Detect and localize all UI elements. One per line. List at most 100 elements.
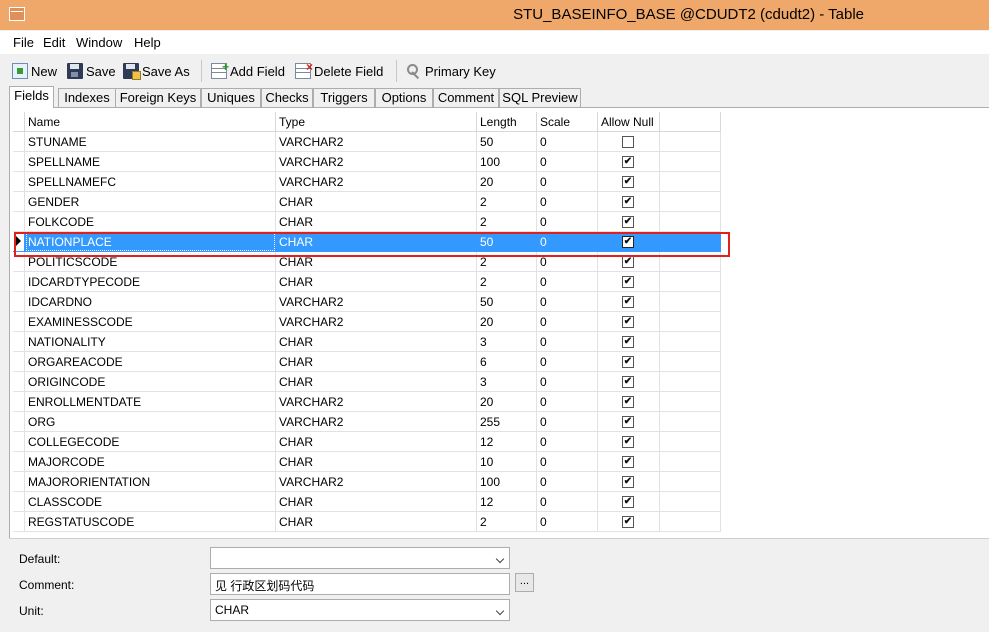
- allow-null-checkbox[interactable]: ✔: [622, 236, 634, 248]
- field-type-cell[interactable]: VARCHAR2: [276, 312, 477, 332]
- field-type-cell[interactable]: CHAR: [276, 252, 477, 272]
- table-row[interactable]: SPELLNAME VARCHAR2 100 0 ✔: [13, 152, 721, 172]
- table-row[interactable]: IDCARDNO VARCHAR2 50 0 ✔: [13, 292, 721, 312]
- row-selector[interactable]: [13, 412, 25, 432]
- field-scale-cell[interactable]: 0: [537, 472, 598, 492]
- allow-null-checkbox[interactable]: [622, 136, 634, 148]
- unit-combobox[interactable]: CHAR: [210, 599, 510, 621]
- field-name-cell[interactable]: EXAMINESSCODE: [25, 312, 276, 332]
- table-row[interactable]: IDCARDTYPECODE CHAR 2 0 ✔: [13, 272, 721, 292]
- field-name-cell[interactable]: STUNAME: [25, 132, 276, 152]
- field-scale-cell[interactable]: 0: [537, 412, 598, 432]
- comment-field[interactable]: 见 行政区划码代码: [210, 573, 510, 595]
- field-type-cell[interactable]: VARCHAR2: [276, 472, 477, 492]
- field-length-cell[interactable]: 6: [477, 352, 537, 372]
- field-scale-cell[interactable]: 0: [537, 352, 598, 372]
- default-combobox[interactable]: [210, 547, 510, 569]
- field-type-cell[interactable]: CHAR: [276, 332, 477, 352]
- column-header-allow-null[interactable]: Allow Null: [598, 112, 660, 132]
- tab-fields[interactable]: Fields: [9, 86, 54, 108]
- row-selector[interactable]: [13, 212, 25, 232]
- allow-null-checkbox[interactable]: ✔: [622, 316, 634, 328]
- field-length-cell[interactable]: 20: [477, 172, 537, 192]
- row-selector[interactable]: [13, 152, 25, 172]
- field-type-cell[interactable]: CHAR: [276, 452, 477, 472]
- allow-null-checkbox[interactable]: ✔: [622, 256, 634, 268]
- field-length-cell[interactable]: 100: [477, 152, 537, 172]
- field-name-cell[interactable]: ORG: [25, 412, 276, 432]
- field-scale-cell[interactable]: 0: [537, 252, 598, 272]
- menu-file[interactable]: File: [13, 35, 34, 50]
- tab-sql-preview[interactable]: SQL Preview: [499, 88, 581, 107]
- field-scale-cell[interactable]: 0: [537, 172, 598, 192]
- field-type-cell[interactable]: CHAR: [276, 272, 477, 292]
- field-length-cell[interactable]: 10: [477, 452, 537, 472]
- allow-null-checkbox[interactable]: ✔: [622, 396, 634, 408]
- field-scale-cell[interactable]: 0: [537, 292, 598, 312]
- field-length-cell[interactable]: 50: [477, 232, 537, 252]
- field-name-cell[interactable]: MAJORCODE: [25, 452, 276, 472]
- tab-triggers[interactable]: Triggers: [313, 88, 375, 107]
- field-length-cell[interactable]: 2: [477, 212, 537, 232]
- field-name-cell[interactable]: IDCARDTYPECODE: [25, 272, 276, 292]
- table-row[interactable]: POLITICSCODE CHAR 2 0 ✔: [13, 252, 721, 272]
- row-selector[interactable]: [13, 352, 25, 372]
- allow-null-checkbox[interactable]: ✔: [622, 176, 634, 188]
- field-length-cell[interactable]: 2: [477, 192, 537, 212]
- tab-checks[interactable]: Checks: [261, 88, 313, 107]
- column-header-type[interactable]: Type: [276, 112, 477, 132]
- table-row[interactable]: COLLEGECODE CHAR 12 0 ✔: [13, 432, 721, 452]
- field-length-cell[interactable]: 2: [477, 252, 537, 272]
- row-selector[interactable]: [13, 392, 25, 412]
- row-selector[interactable]: [13, 512, 25, 532]
- field-scale-cell[interactable]: 0: [537, 212, 598, 232]
- tab-foreign-keys[interactable]: Foreign Keys: [115, 88, 201, 107]
- row-selector[interactable]: [13, 492, 25, 512]
- field-type-cell[interactable]: VARCHAR2: [276, 172, 477, 192]
- allow-null-checkbox[interactable]: ✔: [622, 516, 634, 528]
- row-selector[interactable]: [13, 132, 25, 152]
- field-name-cell[interactable]: REGSTATUSCODE: [25, 512, 276, 532]
- menu-edit[interactable]: Edit: [43, 35, 65, 50]
- field-scale-cell[interactable]: 0: [537, 392, 598, 412]
- field-scale-cell[interactable]: 0: [537, 452, 598, 472]
- field-name-cell[interactable]: SPELLNAME: [25, 152, 276, 172]
- field-length-cell[interactable]: 12: [477, 432, 537, 452]
- row-selector[interactable]: [13, 372, 25, 392]
- field-scale-cell[interactable]: 0: [537, 312, 598, 332]
- field-type-cell[interactable]: CHAR: [276, 352, 477, 372]
- table-row[interactable]: MAJORORIENTATION VARCHAR2 100 0 ✔: [13, 472, 721, 492]
- allow-null-checkbox[interactable]: ✔: [622, 276, 634, 288]
- field-name-cell[interactable]: IDCARDNO: [25, 292, 276, 312]
- table-row[interactable]: REGSTATUSCODE CHAR 2 0 ✔: [13, 512, 721, 532]
- row-selector[interactable]: [13, 192, 25, 212]
- new-button[interactable]: New: [12, 61, 57, 81]
- field-type-cell[interactable]: CHAR: [276, 492, 477, 512]
- tab-comment[interactable]: Comment: [433, 88, 499, 107]
- row-selector[interactable]: [13, 472, 25, 492]
- allow-null-checkbox[interactable]: ✔: [622, 436, 634, 448]
- field-scale-cell[interactable]: 0: [537, 232, 598, 252]
- field-type-cell[interactable]: CHAR: [276, 512, 477, 532]
- allow-null-checkbox[interactable]: ✔: [622, 336, 634, 348]
- column-header-length[interactable]: Length: [477, 112, 537, 132]
- allow-null-checkbox[interactable]: ✔: [622, 416, 634, 428]
- field-type-cell[interactable]: CHAR: [276, 432, 477, 452]
- row-selector[interactable]: [13, 292, 25, 312]
- row-selector[interactable]: [13, 332, 25, 352]
- tab-uniques[interactable]: Uniques: [201, 88, 261, 107]
- row-selector[interactable]: [13, 252, 25, 272]
- column-header-name[interactable]: Name: [25, 112, 276, 132]
- field-length-cell[interactable]: 20: [477, 312, 537, 332]
- field-length-cell[interactable]: 255: [477, 412, 537, 432]
- row-selector[interactable]: [13, 172, 25, 192]
- primary-key-button[interactable]: Primary Key: [406, 61, 496, 81]
- field-name-cell[interactable]: CLASSCODE: [25, 492, 276, 512]
- tab-options[interactable]: Options: [375, 88, 433, 107]
- allow-null-checkbox[interactable]: ✔: [622, 376, 634, 388]
- table-row[interactable]: ORGAREACODE CHAR 6 0 ✔: [13, 352, 721, 372]
- table-row[interactable]: GENDER CHAR 2 0 ✔: [13, 192, 721, 212]
- field-name-cell[interactable]: SPELLNAMEFC: [25, 172, 276, 192]
- field-name-cell[interactable]: FOLKCODE: [25, 212, 276, 232]
- field-length-cell[interactable]: 2: [477, 272, 537, 292]
